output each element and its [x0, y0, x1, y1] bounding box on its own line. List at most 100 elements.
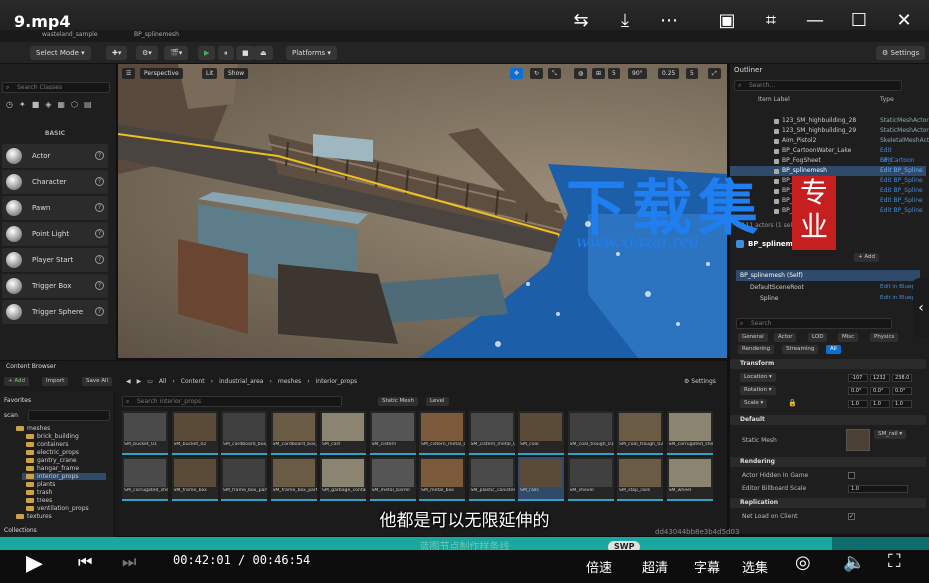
filter-streaming[interactable]: Streaming: [782, 345, 819, 354]
maximize-viewport-button[interactable]: ⤢: [708, 68, 721, 79]
volume-icon[interactable]: 🔈: [843, 552, 865, 573]
location-x[interactable]: -107: [848, 374, 868, 382]
episodes-button[interactable]: 选集: [742, 557, 768, 576]
section-rendering[interactable]: Rendering: [730, 457, 926, 467]
tree-folder[interactable]: trash: [26, 489, 52, 496]
crumb-all[interactable]: All: [159, 378, 166, 385]
danmaku-icon[interactable]: ◎: [795, 552, 811, 573]
tree-folder[interactable]: trees: [26, 497, 52, 504]
forward-icon[interactable]: ▶: [137, 378, 142, 385]
perspective-button[interactable]: Perspective: [140, 68, 183, 79]
asset-tile[interactable]: SM_metal_barrel: [369, 457, 416, 501]
asset-tile[interactable]: SM_bucket_02: [171, 411, 218, 455]
subtitle-button[interactable]: 字幕: [694, 557, 720, 576]
billboard-scale-input[interactable]: 1.0: [848, 485, 908, 493]
camera-speed-button[interactable]: 5: [686, 68, 698, 79]
location-y[interactable]: 1232: [870, 374, 890, 382]
rotation-x[interactable]: 0.0°: [848, 387, 868, 395]
quality-button[interactable]: 超清: [642, 557, 668, 576]
component-row[interactable]: DefaultSceneRoot: [750, 284, 804, 291]
filter-rendering[interactable]: Rendering: [738, 345, 775, 354]
col-item-label[interactable]: Item Label: [758, 96, 790, 103]
asset-tile[interactable]: SM_cardboard_box_03: [270, 411, 317, 455]
import-button[interactable]: Import: [42, 377, 69, 386]
filter-all[interactable]: All: [826, 345, 841, 354]
platforms-button[interactable]: Platforms ▾: [286, 46, 337, 60]
asset-tile[interactable]: SM_wheel: [666, 457, 713, 501]
asset-search-input[interactable]: ⌕ Search interior_props: [122, 396, 342, 407]
favorites-header[interactable]: Favorites: [4, 397, 31, 404]
side-panel-toggle-icon[interactable]: ‹: [913, 278, 929, 338]
actor-item-trigger-box[interactable]: Trigger Box?: [2, 274, 108, 298]
asset-tile[interactable]: SM_cistern_metal_02: [468, 411, 515, 455]
asset-tile[interactable]: SM_cardboard_box_01: [221, 411, 267, 455]
stop-button[interactable]: ■: [236, 46, 255, 60]
filter-static-mesh[interactable]: Static Mesh: [378, 397, 418, 406]
static-mesh-dropdown[interactable]: SM_rail ▾: [874, 430, 907, 439]
add-content-button[interactable]: ✚▾: [106, 46, 128, 60]
play-button[interactable]: ▶: [198, 46, 216, 60]
asset-tile[interactable]: SM_rails: [518, 457, 564, 501]
actor-item-actor[interactable]: Actor?: [2, 144, 108, 168]
filter-physics[interactable]: Physics: [870, 333, 899, 342]
asset-tile[interactable]: SM_metal_box: [419, 457, 465, 501]
maximize-icon[interactable]: ☐: [848, 10, 870, 32]
self-component[interactable]: BP_splinemesh (Self): [736, 270, 920, 281]
asset-tile[interactable]: SM_bucket_01: [122, 411, 168, 455]
translate-tool-button[interactable]: ✥: [510, 68, 524, 79]
actor-item-pawn[interactable]: Pawn?: [2, 196, 108, 220]
location-dropdown[interactable]: Location ▾: [740, 373, 776, 382]
filter-misc[interactable]: Misc: [838, 333, 859, 342]
asset-tile[interactable]: SM_frame_box_part_01: [221, 457, 267, 501]
actor-item-point-light[interactable]: Point Light?: [2, 222, 108, 246]
help-icon[interactable]: ?: [95, 255, 104, 264]
fullscreen-icon[interactable]: ⛶: [888, 551, 901, 572]
component-row[interactable]: Spline: [760, 295, 778, 302]
section-default[interactable]: Default: [730, 415, 926, 425]
scale-tool-button[interactable]: ⤡: [548, 68, 561, 79]
tree-folder[interactable]: containers: [26, 441, 69, 448]
actor-hidden-checkbox[interactable]: [848, 472, 855, 479]
location-z[interactable]: 238.0: [892, 374, 912, 382]
tree-folder[interactable]: electric_props: [26, 449, 79, 456]
section-transform[interactable]: Transform: [730, 359, 926, 369]
share-icon[interactable]: ⇆: [570, 10, 592, 32]
filter-actor[interactable]: Actor: [774, 333, 797, 342]
blueprint-button[interactable]: ⚙▾: [136, 46, 158, 60]
tree-folder[interactable]: plants: [26, 481, 55, 488]
minimize-icon[interactable]: —: [804, 10, 826, 32]
outliner-search-input[interactable]: ⌕ Search...: [734, 80, 902, 91]
filter-general[interactable]: General: [738, 333, 768, 342]
help-icon[interactable]: ?: [95, 151, 104, 160]
asset-tile[interactable]: SM_cistern: [369, 411, 416, 455]
rotation-snap-button[interactable]: 90°: [628, 68, 647, 79]
next-icon[interactable]: ⏭: [122, 552, 136, 572]
crumb-content[interactable]: Content: [181, 378, 205, 385]
visual-icon[interactable]: ◈: [45, 100, 51, 109]
asset-tile[interactable]: SM_coal: [518, 411, 564, 455]
crumb-industrial[interactable]: industrial_area: [219, 378, 263, 385]
surface-snap-button[interactable]: ⊞: [592, 68, 606, 79]
lock-icon[interactable]: 🔒: [788, 399, 797, 407]
tree-folder[interactable]: meshes: [16, 425, 50, 432]
recent-icon[interactable]: ◷: [6, 100, 13, 109]
asset-tile[interactable]: SM_cart: [320, 411, 366, 455]
rotation-y[interactable]: 0.0°: [870, 387, 890, 395]
tab-wasteland[interactable]: wasteland_sample: [42, 31, 98, 38]
asset-tile[interactable]: SM_shovel: [567, 457, 614, 501]
asset-tile[interactable]: SM_coal_trough_02: [617, 411, 663, 455]
speed-button[interactable]: 倍速: [586, 557, 612, 576]
crumb-interior[interactable]: interior_props: [316, 378, 358, 385]
rotate-tool-button[interactable]: ↻: [530, 68, 544, 79]
eject-button[interactable]: ⏏: [254, 46, 273, 60]
static-mesh-thumbnail[interactable]: [846, 429, 870, 451]
outliner-row[interactable]: 123_SM_highbuilding_28 StaticMeshActor: [730, 116, 929, 126]
back-icon[interactable]: ◀: [126, 378, 131, 385]
help-icon[interactable]: ?: [95, 229, 104, 238]
lit-button[interactable]: Lit: [202, 68, 218, 79]
filter-level[interactable]: Level: [426, 397, 449, 406]
volume-icon[interactable]: ▦: [57, 100, 65, 109]
col-type[interactable]: Type: [880, 96, 894, 103]
all-classes-icon[interactable]: ▤: [84, 100, 92, 109]
filter-lod[interactable]: LOD: [808, 333, 828, 342]
